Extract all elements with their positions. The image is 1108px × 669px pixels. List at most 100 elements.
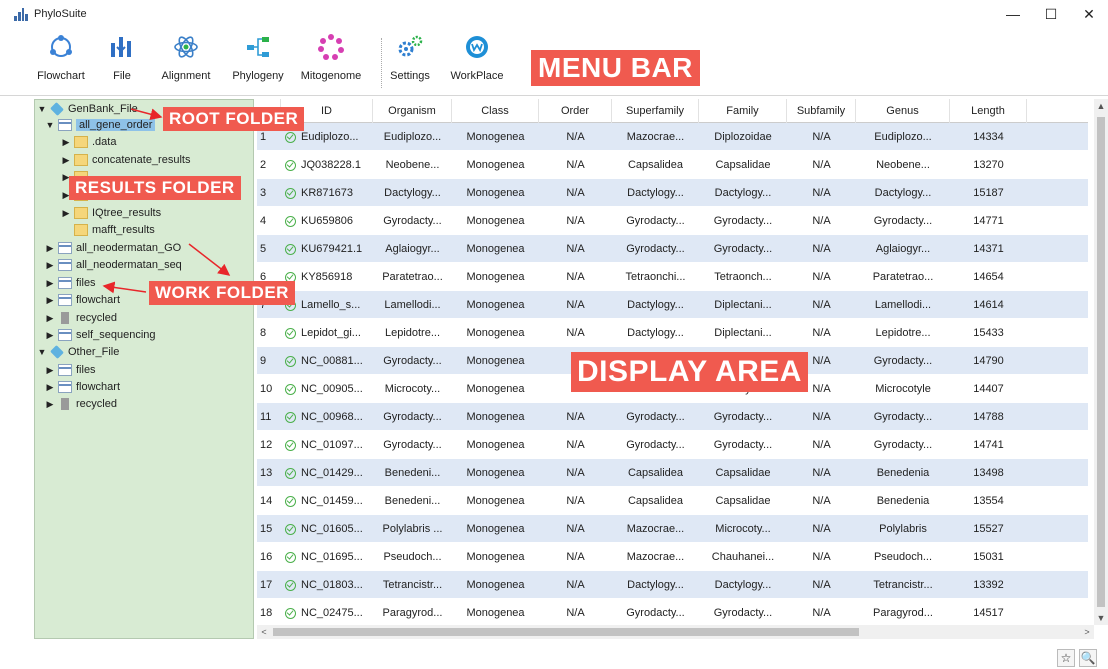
table-cell[interactable]: Gyrodacty... [612,431,699,459]
table-cell[interactable]: 10 [257,375,281,403]
table-cell[interactable]: NC_00968... [281,403,373,431]
table-cell[interactable]: 8 [257,319,281,347]
table-cell[interactable]: NC_01695... [281,543,373,571]
horizontal-scroll-thumb[interactable] [273,628,859,636]
table-cell[interactable]: N/A [787,151,856,179]
maximize-button[interactable]: ☐ [1032,0,1070,28]
table-cell[interactable]: Tetrancistr... [856,571,950,599]
table-cell[interactable]: Gyrodacty... [373,347,452,375]
tree-node-mafft-results[interactable]: mafft_results [61,223,155,237]
table-cell[interactable]: N/A [539,179,612,207]
table-cell[interactable]: Gyrodacty... [612,599,699,625]
table-cell[interactable]: 2 [257,151,281,179]
table-cell[interactable]: 14614 [950,291,1027,319]
table-cell[interactable]: N/A [787,459,856,487]
table-cell[interactable]: JQ038228.1 [281,151,373,179]
table-cell[interactable]: N/A [787,431,856,459]
column-header-length[interactable]: Length [950,99,1027,123]
table-cell[interactable]: Diplectani... [699,319,787,347]
table-cell[interactable]: 13392 [950,571,1027,599]
expand-arrow-icon[interactable]: ▶ [45,399,55,410]
table-cell[interactable]: Monogenea [452,235,539,263]
mitogenome-button[interactable]: Mitogenome [291,32,371,82]
minimize-button[interactable]: — [994,0,1032,28]
table-cell[interactable]: Mazocrae... [612,543,699,571]
table-cell[interactable]: Mazocrae... [612,123,699,151]
table-cell[interactable]: Tetraonchi... [612,263,699,291]
table-cell[interactable]: 5 [257,235,281,263]
expand-arrow-icon[interactable]: ▶ [45,313,55,324]
table-cell[interactable]: Gyrodacty... [699,403,787,431]
table-cell[interactable]: 14407 [950,375,1027,403]
expand-arrow-icon[interactable]: ▶ [45,330,55,341]
table-cell[interactable]: Eudiplozo... [373,123,452,151]
table-cell[interactable]: Dactylogy... [373,179,452,207]
expand-arrow-icon[interactable]: ▼ [37,347,47,357]
table-cell[interactable]: Capsalidae [699,151,787,179]
table-cell[interactable]: Tetraonch... [699,263,787,291]
table-cell[interactable]: Lamellodi... [856,291,950,319]
table-cell[interactable]: N/A [539,291,612,319]
table-cell[interactable]: 15527 [950,515,1027,543]
expand-arrow-icon[interactable]: ▶ [45,243,55,254]
table-row[interactable]: 7 Lamello_s... Lamellodi... Monogenea N/A Dac… [257,291,1088,319]
table-cell[interactable]: 9 [257,347,281,375]
table-cell[interactable]: Lamellodi... [373,291,452,319]
table-cell[interactable]: 14771 [950,207,1027,235]
table-cell[interactable]: 14371 [950,235,1027,263]
table-cell[interactable]: Gyrodacty... [373,207,452,235]
table-cell[interactable]: 15031 [950,543,1027,571]
scroll-up-icon[interactable]: ▲ [1094,99,1108,113]
table-cell[interactable]: Eudiplozo... [856,123,950,151]
table-cell[interactable]: Monogenea [452,403,539,431]
table-cell[interactable]: N/A [539,207,612,235]
table-cell[interactable]: NC_01803... [281,571,373,599]
table-cell[interactable]: N/A [787,599,856,625]
table-cell[interactable]: KR871673 [281,179,373,207]
table-row[interactable]: 4 KU659806 Gyrodacty... Monogenea N/A Gyrodac… [257,207,1088,235]
table-cell[interactable]: N/A [787,319,856,347]
table-cell[interactable]: 13 [257,459,281,487]
column-header-organism[interactable]: Organism [373,99,452,123]
table-cell[interactable]: 14790 [950,347,1027,375]
table-cell[interactable]: Dactylogy... [612,319,699,347]
table-cell[interactable]: Monogenea [452,487,539,515]
table-cell[interactable]: Monogenea [452,459,539,487]
table-cell[interactable]: Mazocrae... [612,515,699,543]
table-cell[interactable]: Neobene... [373,151,452,179]
table-cell[interactable]: Benedeni... [373,487,452,515]
table-cell[interactable]: Pseudoch... [373,543,452,571]
table-cell[interactable]: 13554 [950,487,1027,515]
table-cell[interactable]: Dactylogy... [856,179,950,207]
table-cell[interactable]: 15433 [950,319,1027,347]
expand-arrow-icon[interactable]: ▶ [61,208,71,219]
horizontal-scrollbar[interactable]: < > [257,625,1094,639]
table-cell[interactable]: Paragyrod... [373,599,452,625]
table-cell[interactable]: N/A [539,515,612,543]
vertical-scroll-thumb[interactable] [1097,117,1105,607]
table-cell[interactable]: N/A [787,543,856,571]
close-button[interactable]: ✕ [1070,0,1108,28]
table-cell[interactable]: Tetrancistr... [373,571,452,599]
table-row[interactable]: 12 NC_01097... Gyrodacty... Monogenea N/A Gyr… [257,431,1088,459]
table-cell[interactable]: Dactylogy... [612,571,699,599]
column-header-subfamily[interactable]: Subfamily [787,99,856,123]
table-cell[interactable]: Benedeni... [373,459,452,487]
table-cell[interactable]: 4 [257,207,281,235]
table-row[interactable]: 11 NC_00968... Gyrodacty... Monogenea N/A Gyr… [257,403,1088,431]
table-cell[interactable]: NC_01429... [281,459,373,487]
table-cell[interactable]: Capsalidea [612,487,699,515]
table-cell[interactable]: N/A [787,123,856,151]
table-cell[interactable]: N/A [539,487,612,515]
table-cell[interactable]: 15187 [950,179,1027,207]
tree-node-other-file[interactable]: ▼ Other_File [37,345,119,359]
table-cell[interactable]: Monogenea [452,431,539,459]
expand-arrow-icon[interactable]: ▼ [45,120,55,130]
table-cell[interactable]: 17 [257,571,281,599]
table-cell[interactable]: 13498 [950,459,1027,487]
table-cell[interactable]: N/A [539,599,612,625]
workplace-button[interactable]: WorkPlace [437,32,517,82]
table-cell[interactable]: NC_01605... [281,515,373,543]
table-cell[interactable]: Aglaiogyr... [856,235,950,263]
table-cell[interactable]: Dactylogy... [612,179,699,207]
